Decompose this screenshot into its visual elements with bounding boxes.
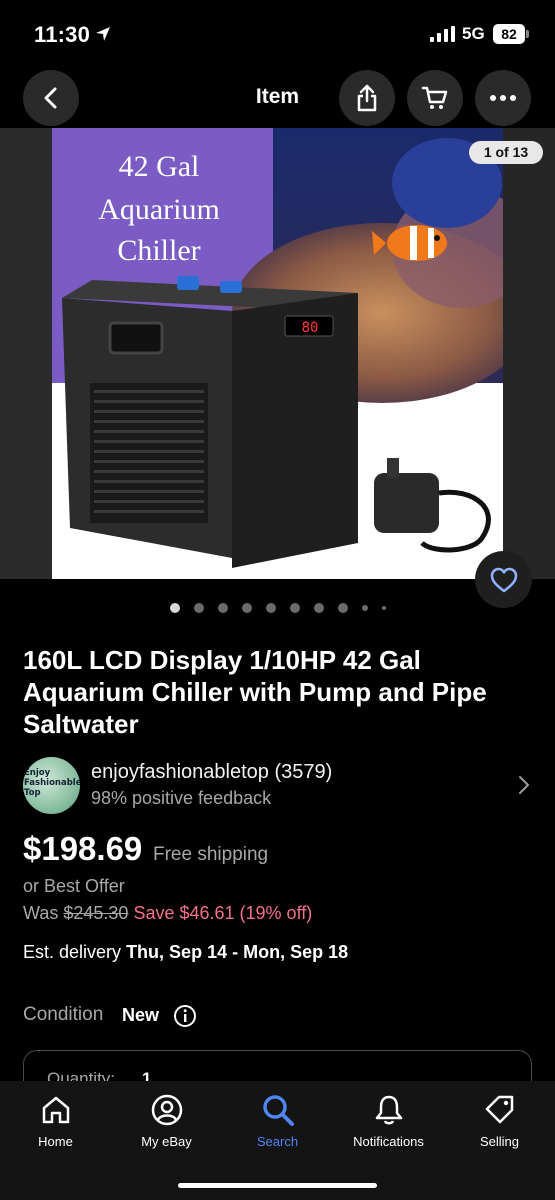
share-icon — [357, 84, 377, 112]
seller-name[interactable]: enjoyfashionabletop (3579) — [91, 761, 332, 784]
watch-button[interactable] — [475, 551, 532, 608]
delivery-dates: Thu, Sep 14 - Mon, Sep 18 — [126, 942, 349, 962]
pagination-dot — [361, 605, 368, 611]
share-button[interactable] — [339, 70, 395, 126]
tab-label: Search — [256, 1134, 299, 1149]
pagination-dot — [217, 603, 228, 613]
pagination-dot — [169, 603, 180, 613]
product-photo: 42 Gal Aquarium Chiller 80 — [52, 128, 503, 579]
image-counter-badge: 1 of 13 — [469, 141, 543, 164]
condition-label: Condition — [23, 1004, 104, 1025]
shipping-info: Free shipping — [153, 844, 269, 865]
item-price: $198.69 — [23, 830, 143, 867]
status-bar: 11:30 5G 82 — [0, 0, 555, 70]
pagination-dot — [337, 603, 348, 613]
tab-label: My eBay — [141, 1134, 192, 1149]
more-dots-icon — [490, 95, 516, 101]
seller-avatar[interactable]: Enjoy Fashionable Top — [23, 757, 80, 814]
was-label: Was — [23, 903, 59, 923]
pagination-dot — [265, 603, 276, 613]
pagination-dot — [381, 606, 386, 610]
svg-text:42 Gal: 42 Gal — [119, 150, 200, 183]
tab-label: Notifications — [353, 1134, 424, 1149]
bell-icon — [375, 1095, 402, 1125]
profile-icon — [151, 1094, 182, 1126]
home-icon — [42, 1096, 69, 1124]
location-arrow-icon — [96, 27, 110, 41]
page-title-text: Item — [255, 85, 300, 108]
item-title: 160L LCD Display 1/10HP 42 Gal Aquarium … — [23, 645, 487, 739]
condition-value: New — [122, 1005, 160, 1025]
original-price: $245.30 — [63, 903, 129, 923]
search-icon — [262, 1095, 294, 1126]
previous-image-edge — [0, 128, 52, 579]
tab-search[interactable]: Search — [222, 1081, 333, 1161]
next-image-edge — [503, 128, 555, 579]
heart-icon — [490, 567, 517, 592]
pagination-dot — [193, 603, 204, 613]
tab-notifications[interactable]: Notifications — [333, 1081, 444, 1161]
savings-text: Save $46.61 (19% off) — [133, 903, 313, 923]
signal-icon — [430, 26, 455, 42]
chevron-right-icon[interactable] — [518, 775, 530, 795]
home-indicator — [178, 1183, 377, 1188]
gallery-pagination — [0, 602, 555, 614]
seller-feedback: 98% positive feedback — [91, 788, 272, 808]
cart-icon — [421, 86, 448, 109]
page-title: Item — [0, 85, 555, 109]
chiller-unit: 80 — [62, 276, 358, 568]
image-gallery[interactable]: 42 Gal Aquarium Chiller 80 — [0, 128, 555, 579]
status-time: 11:30 — [34, 22, 91, 47]
svg-text:Chiller: Chiller — [117, 234, 200, 267]
more-options-button[interactable] — [475, 70, 531, 126]
tab-selling[interactable]: Selling — [444, 1081, 555, 1161]
tab-label: Selling — [479, 1134, 520, 1149]
tag-icon — [485, 1095, 513, 1124]
delivery-label: Est. delivery — [23, 942, 122, 962]
best-offer-text: or Best Offer — [23, 876, 125, 896]
network-type: 5G — [462, 24, 485, 43]
cart-button[interactable] — [407, 70, 463, 126]
svg-text:Aquarium: Aquarium — [98, 193, 220, 226]
pagination-dot — [241, 603, 252, 613]
tab-label: Home — [38, 1134, 73, 1149]
battery-icon: 82 — [493, 24, 525, 44]
delivery-estimate: Est. delivery Thu, Sep 14 - Mon, Sep 18 — [23, 942, 348, 963]
pagination-dot — [313, 603, 324, 613]
discount-line: Was $245.30 Save $46.61 (19% off) — [23, 903, 312, 924]
seller-avatar-logo: Enjoy Fashionable Top — [24, 768, 80, 798]
svg-text:80: 80 — [302, 320, 319, 336]
tab-my-ebay[interactable]: My eBay — [111, 1081, 222, 1161]
tab-home[interactable]: Home — [0, 1081, 111, 1161]
pagination-dot — [289, 603, 300, 613]
info-icon[interactable] — [173, 1004, 197, 1028]
battery-nub — [526, 30, 529, 38]
